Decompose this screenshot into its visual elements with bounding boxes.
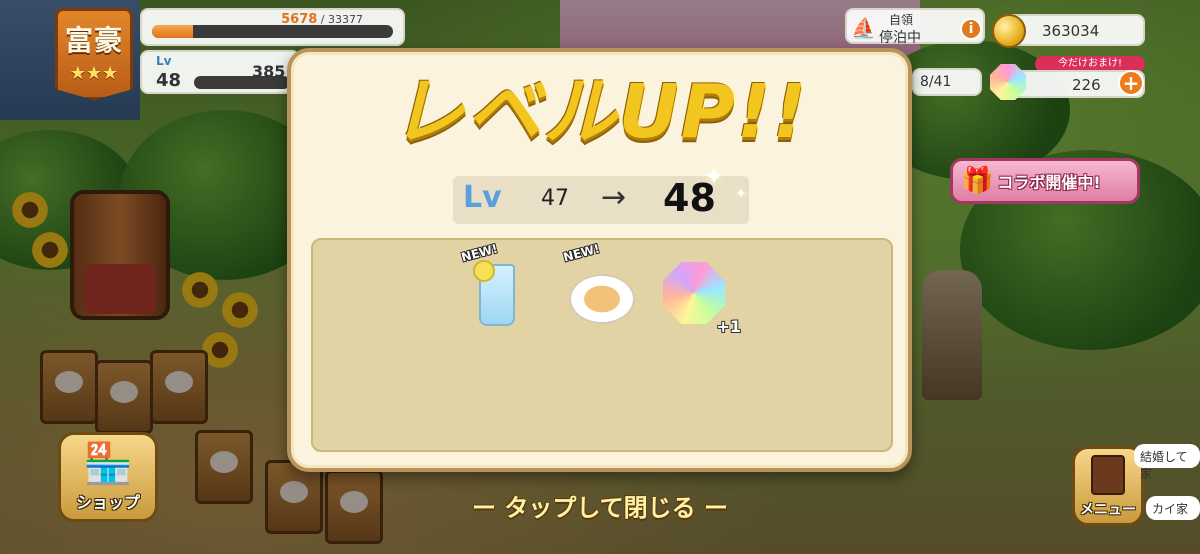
reward-quantity: +1	[716, 317, 741, 336]
old-level: 47	[541, 186, 569, 211]
speech-bubble: 結婚して家	[1134, 444, 1200, 481]
lemon-soda-icon	[473, 260, 515, 326]
coin-value: 363034	[1042, 22, 1100, 40]
gem-value: 226	[1072, 76, 1101, 94]
stock-count: 8/41	[920, 74, 952, 90]
level-word: Lv	[463, 180, 502, 215]
new-badge: NEW!	[561, 241, 602, 265]
gift-icon: 🎁	[961, 166, 994, 196]
level-up-dialog[interactable]: レベルUP!! Lv 47 → 48 ✦ ✦ NEW! NEW! +1	[287, 48, 912, 472]
stock-panel[interactable]: 8/41	[912, 68, 982, 96]
sparkle-icon: ✦	[735, 186, 747, 202]
ship-icon: ⛵	[851, 16, 876, 40]
reward-list: NEW! NEW! +1	[311, 238, 893, 452]
rainbow-gem-icon	[663, 262, 725, 324]
coin-icon	[992, 14, 1026, 48]
collab-label: コラボ開催中!	[997, 173, 1101, 192]
port-status: 停泊中	[879, 30, 921, 46]
reward-lemon-soda[interactable]: NEW!	[460, 241, 535, 328]
pasta-icon	[569, 274, 635, 324]
level-change-bar: Lv 47 → 48 ✦ ✦	[453, 162, 749, 224]
level-label: Lv	[156, 54, 172, 68]
collab-event-button[interactable]: 🎁 コラボ開催中!	[950, 158, 1140, 204]
level-up-title: レベルUP!!	[390, 69, 809, 155]
tap-to-close-hint[interactable]: ー タップして閉じる ー	[0, 488, 1200, 523]
port-title: 自領	[889, 13, 914, 27]
shop-icon: 🏪	[83, 441, 133, 487]
rainbow-gem-icon	[990, 64, 1026, 100]
reward-rainbow-gem[interactable]: +1	[659, 258, 741, 336]
wealth-progress-fill	[152, 25, 193, 38]
add-gems-button[interactable]: +	[1118, 70, 1144, 96]
info-icon[interactable]: i	[960, 18, 982, 40]
level-progress-text: 385	[252, 62, 286, 81]
sparkle-icon: ✦	[703, 162, 725, 192]
arrow-right-icon: →	[601, 180, 627, 215]
wealth-progress-bar	[152, 25, 393, 38]
level-value: 48	[156, 70, 182, 91]
reward-pasta[interactable]: NEW!	[562, 241, 637, 328]
wealth-progress-panel: 5678 / 33377	[140, 8, 405, 46]
rank-title: 富豪	[64, 24, 123, 57]
rank-badge[interactable]: 富豪 ★★★	[55, 8, 133, 100]
star-icon: ★★★	[69, 63, 119, 84]
